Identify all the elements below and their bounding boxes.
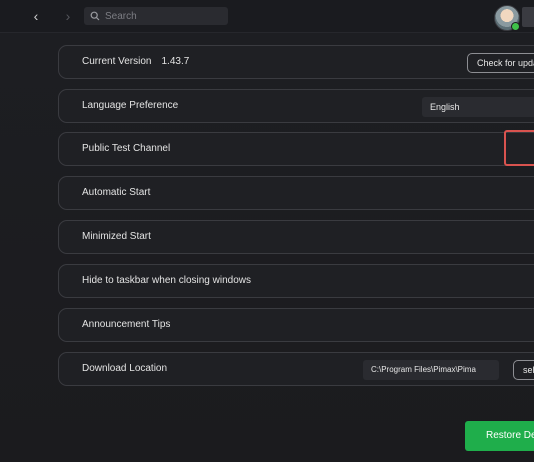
language-select[interactable]: English [422, 97, 534, 117]
announcement-tips-row: Announcement Tips [58, 308, 534, 342]
automatic-start-label: Automatic Start [82, 187, 151, 198]
current-version-row: Current Version 1.43.7 Check for upda [58, 45, 534, 79]
search-icon [90, 11, 100, 21]
restore-defaults-button[interactable]: Restore De [465, 421, 534, 451]
user-menu-stub[interactable] [522, 7, 534, 27]
minimized-start-label: Minimized Start [82, 231, 151, 242]
forward-button[interactable]: › [61, 8, 75, 24]
hide-to-taskbar-label: Hide to taskbar when closing windows [82, 275, 251, 286]
version-number: 1.43.7 [161, 56, 190, 67]
current-version-label: Current Version 1.43.7 [82, 56, 190, 67]
announcement-tips-label: Announcement Tips [82, 319, 171, 330]
search-input[interactable]: Search [84, 7, 228, 25]
hide-to-taskbar-row: Hide to taskbar when closing windows [58, 264, 534, 298]
highlight-box [504, 130, 534, 166]
public-test-channel-row: Public Test Channel [58, 132, 534, 166]
minimized-start-row: Minimized Start [58, 220, 534, 254]
download-path-field[interactable]: C:\Program Files\Pimax\Pima [363, 360, 499, 380]
online-status-dot [511, 22, 520, 31]
chevron-left-icon: ‹ [33, 8, 39, 24]
avatar[interactable] [494, 5, 520, 31]
automatic-start-row: Automatic Start [58, 176, 534, 210]
language-preference-label: Language Preference [82, 100, 179, 111]
select-folder-button[interactable]: sel [513, 360, 534, 380]
settings-panel: Current Version 1.43.7 Check for upda Lan… [0, 33, 534, 462]
back-button[interactable]: ‹ [29, 8, 43, 24]
top-bar: ‹ › Search [0, 0, 534, 33]
check-for-updates-button[interactable]: Check for upda [467, 53, 534, 73]
download-location-row: Download Location C:\Program Files\Pimax… [58, 352, 534, 386]
language-preference-row: Language Preference English [58, 89, 534, 123]
download-location-label: Download Location [82, 363, 168, 374]
search-placeholder: Search [105, 10, 137, 22]
chevron-right-icon: › [65, 8, 71, 24]
public-test-channel-label: Public Test Channel [82, 143, 171, 154]
